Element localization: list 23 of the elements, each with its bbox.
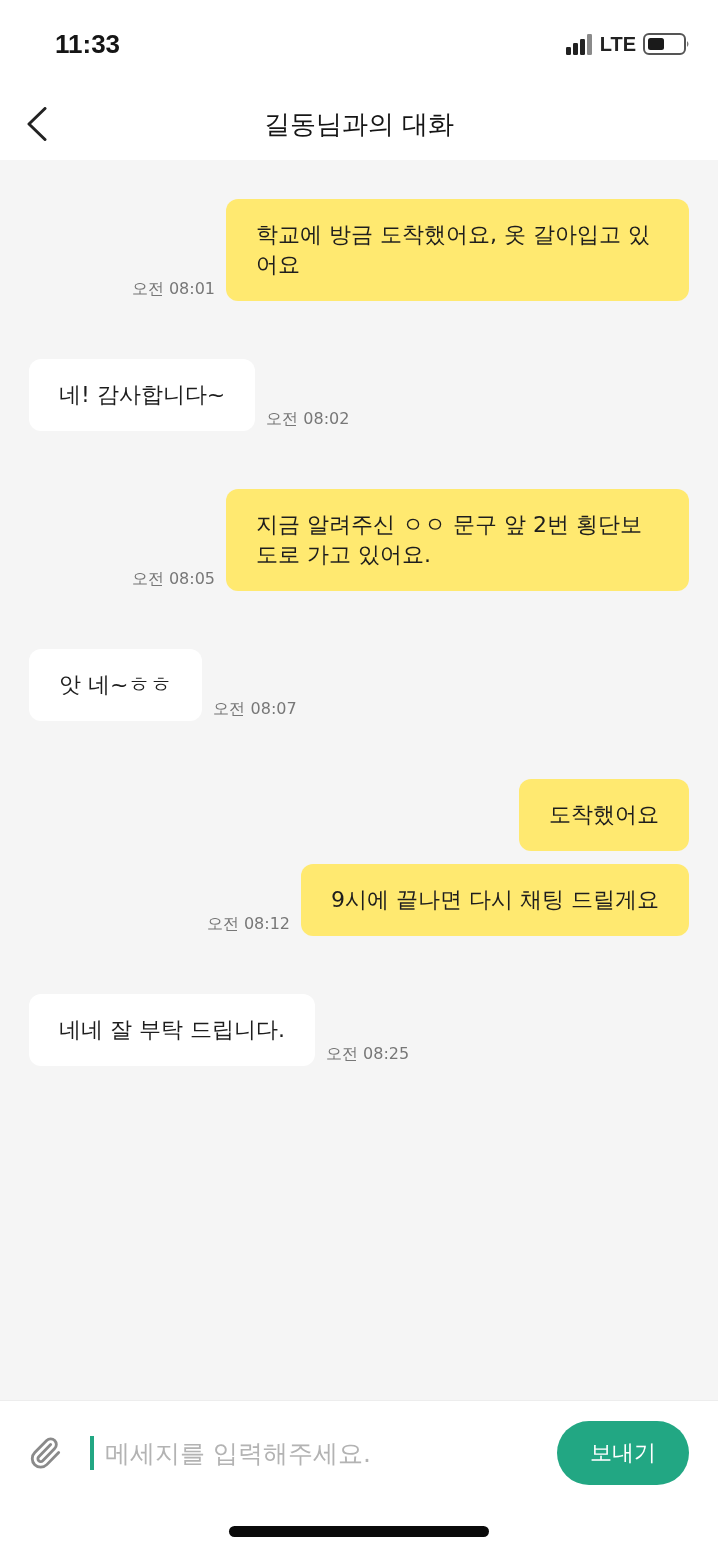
send-button[interactable]: 보내기 bbox=[557, 1421, 689, 1485]
battery-icon bbox=[643, 33, 690, 55]
message-time: 오전 08:07 bbox=[213, 699, 297, 719]
signal-icon bbox=[565, 33, 593, 55]
message-bubble: 학교에 방금 도착했어요, 옷 갈아입고 있어요 bbox=[226, 199, 689, 301]
message-time: 오전 08:05 bbox=[131, 569, 215, 589]
message-bubble: 도착했어요 bbox=[519, 779, 689, 851]
message-bubble: 지금 알려주신 ㅇㅇ 문구 앞 2번 횡단보도로 가고 있어요. bbox=[226, 489, 689, 591]
message-time: 오전 08:25 bbox=[326, 1044, 410, 1064]
message-bubble: 앗 네~ㅎㅎ bbox=[29, 649, 203, 721]
network-label: LTE bbox=[599, 32, 636, 56]
message-bubble: 9시에 끝나면 다시 채팅 드릴게요 bbox=[301, 864, 689, 936]
back-button[interactable] bbox=[27, 107, 47, 141]
back-icon bbox=[27, 107, 47, 141]
paperclip-icon[interactable] bbox=[28, 1436, 62, 1470]
chat-title: 길동님과의 대화 bbox=[263, 107, 455, 141]
status-time: 11:33 bbox=[55, 28, 121, 60]
message-time: 오전 08:02 bbox=[266, 409, 350, 429]
message-input[interactable]: 메세지를 입력해주세요. bbox=[90, 1436, 529, 1470]
message-bubble: 네! 감사합니다~ bbox=[29, 359, 256, 431]
message-time: 오전 08:12 bbox=[206, 914, 290, 934]
message-time: 오전 08:01 bbox=[131, 279, 215, 299]
message-bubble: 네네 잘 부탁 드립니다. bbox=[29, 994, 315, 1066]
